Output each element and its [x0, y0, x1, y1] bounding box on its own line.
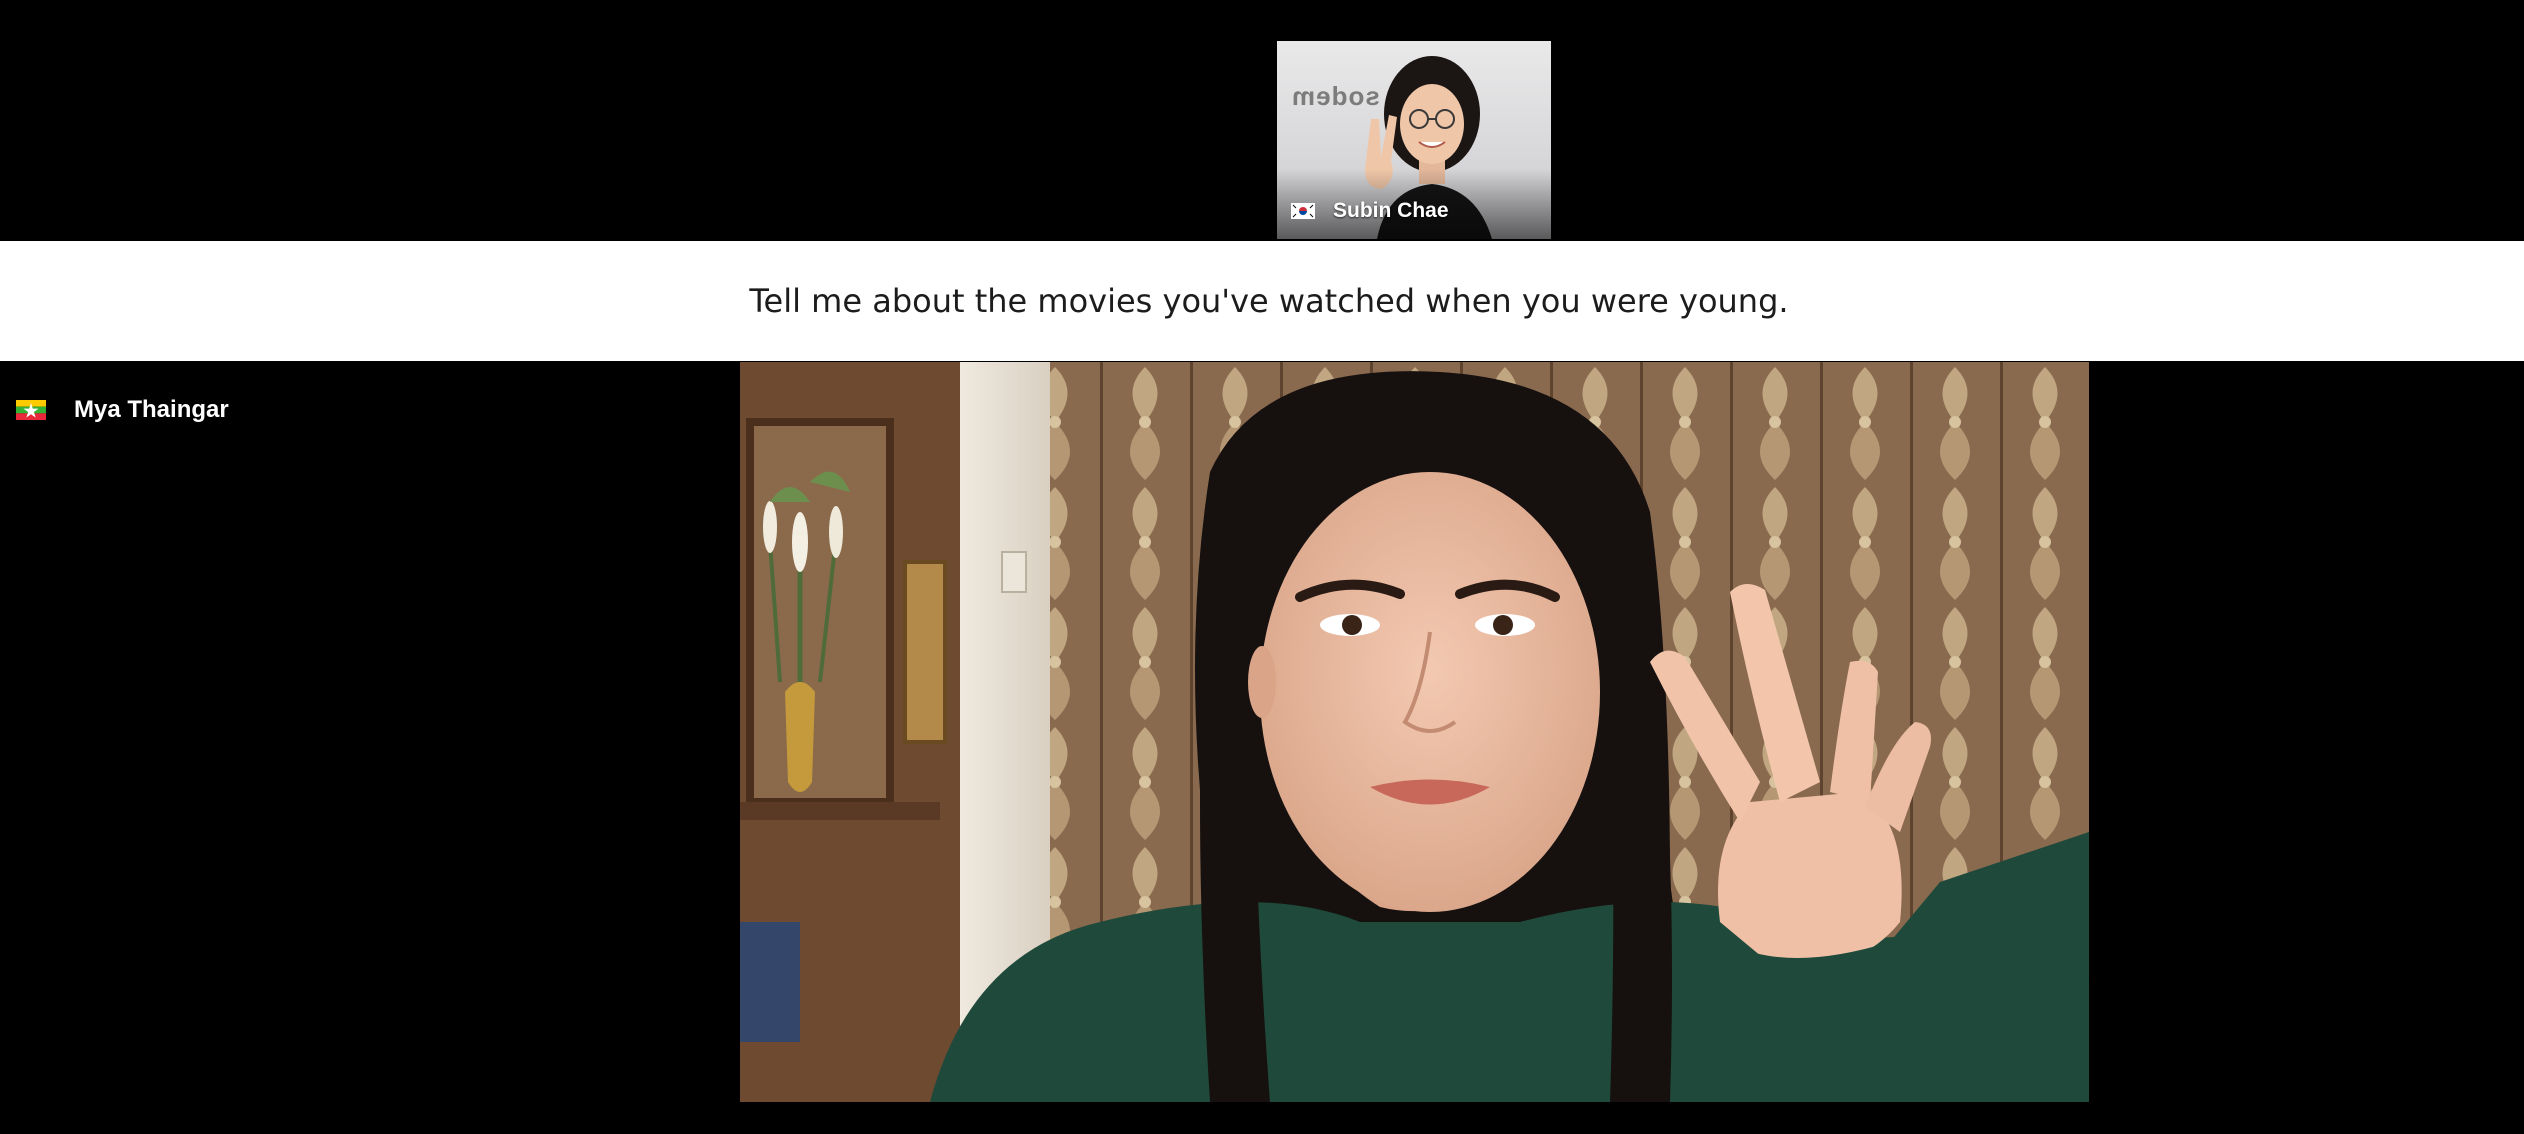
- main-speaker-label: Mya Thaingar: [16, 396, 229, 424]
- caption-bar: Tell me about the movies you've watched …: [0, 241, 2524, 361]
- myanmar-flag-icon: [16, 400, 46, 420]
- thumbnail-participant-name: Subin Chae: [1333, 199, 1449, 222]
- caption-text: Tell me about the movies you've watched …: [749, 282, 1789, 320]
- main-speaker-name: Mya Thaingar: [74, 396, 229, 423]
- thumbnail-name-tag: Subin Chae: [1291, 199, 1449, 223]
- participant-thumbnail[interactable]: sodem Subin Chae: [1277, 41, 1551, 239]
- main-speaker-video[interactable]: [740, 362, 2089, 1102]
- main-video-frame: [740, 362, 2089, 1102]
- south-korea-flag-icon: [1291, 203, 1315, 219]
